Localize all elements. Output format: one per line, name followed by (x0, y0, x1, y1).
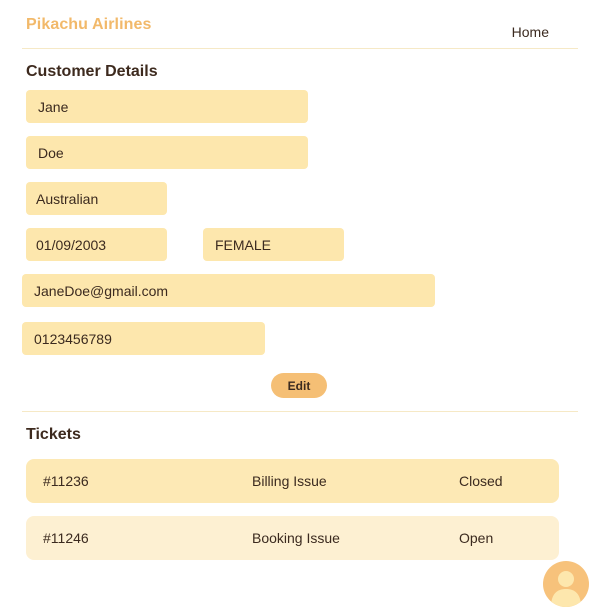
brand-logo-text[interactable]: Pikachu Airlines (26, 16, 152, 34)
last-name-field[interactable] (26, 136, 308, 169)
ticket-id: #11246 (43, 530, 89, 546)
header-divider (22, 48, 578, 49)
edit-button[interactable]: Edit (271, 373, 327, 398)
page: Pikachu Airlines Home Customer Details E… (0, 0, 600, 614)
date-of-birth-field[interactable] (26, 228, 167, 261)
gender-field[interactable] (203, 228, 344, 261)
ticket-row[interactable]: #11236 Billing Issue Closed (26, 459, 559, 503)
nav-home-link[interactable]: Home (512, 24, 549, 40)
customer-details-title: Customer Details (26, 63, 158, 80)
email-field[interactable] (22, 274, 435, 307)
ticket-row[interactable]: #11246 Booking Issue Open (26, 516, 559, 560)
first-name-field[interactable] (26, 90, 308, 123)
ticket-status: Closed (459, 473, 503, 489)
tickets-title: Tickets (26, 426, 81, 443)
user-avatar-icon[interactable] (543, 561, 589, 607)
ticket-status: Open (459, 530, 494, 546)
ticket-type: Booking Issue (252, 530, 340, 546)
ticket-id: #11236 (43, 473, 89, 489)
nationality-field[interactable] (26, 182, 167, 215)
ticket-type: Billing Issue (252, 473, 327, 489)
phone-field[interactable] (22, 322, 265, 355)
section-divider (22, 411, 578, 412)
